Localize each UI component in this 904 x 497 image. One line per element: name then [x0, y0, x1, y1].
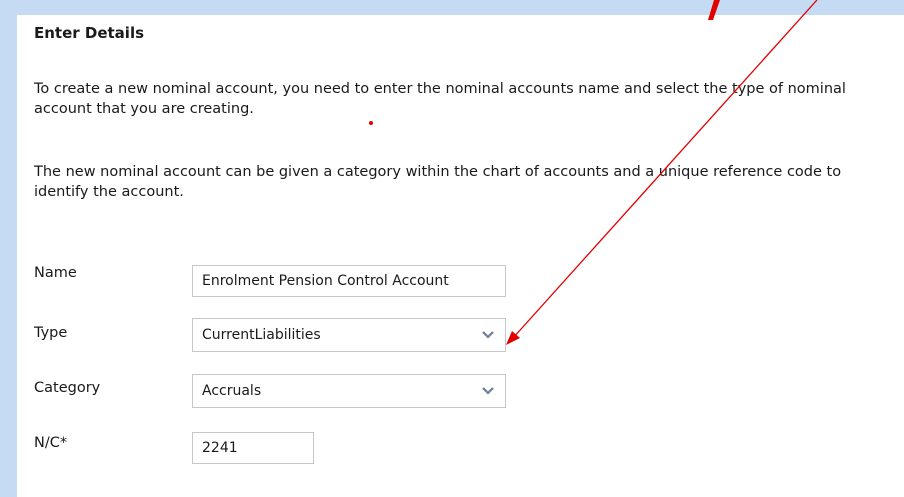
nc-input[interactable] — [192, 432, 314, 464]
category-select-value: Accruals — [202, 383, 262, 399]
type-select[interactable]: CurrentLiabilities — [192, 318, 506, 352]
category-select[interactable]: Accruals — [192, 374, 506, 408]
enter-details-panel: Enter Details To create a new nominal ac… — [17, 15, 904, 497]
intro-paragraph-1: To create a new nominal account, you nee… — [34, 81, 846, 117]
section-title: Enter Details — [34, 24, 145, 42]
type-select-value: CurrentLiabilities — [202, 327, 321, 343]
name-input[interactable] — [192, 265, 506, 297]
chevron-down-icon[interactable] — [481, 329, 495, 341]
name-label: Name — [34, 265, 77, 281]
chevron-down-icon[interactable] — [481, 385, 495, 397]
category-label: Category — [34, 380, 101, 396]
type-label: Type — [34, 325, 68, 341]
nc-label: N/C* — [34, 435, 68, 451]
intro-paragraph-2: The new nominal account can be given a c… — [34, 164, 842, 200]
